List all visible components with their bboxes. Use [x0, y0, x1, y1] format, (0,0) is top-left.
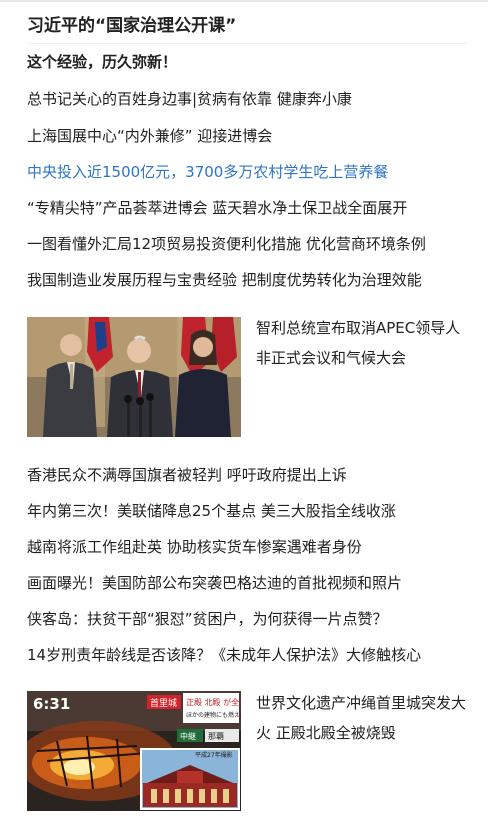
headline-link-active[interactable]: 中央投入近1500亿元，3700多万农村学生吃上营养餐	[27, 162, 388, 182]
section-divider	[27, 43, 467, 44]
section-title[interactable]: 习近平的“国家治理公开课”	[27, 11, 236, 36]
overlay-channel: 中継	[180, 731, 196, 741]
headline-link[interactable]: 14岁刑责年龄线是否该降？《未成年人保护法》大修触核心	[27, 645, 421, 665]
headline-link[interactable]: 上海国展中心“内外兼修” 迎接进博会	[27, 126, 272, 146]
overlay-sub: ほかの建物にも燃え広がる	[186, 711, 241, 719]
headline-link[interactable]: 这个经验，历久弥新！	[27, 52, 177, 72]
feature-caption[interactable]: 智利总统宣布取消APEC领导人非正式会议和气候大会	[256, 313, 468, 373]
headline-link[interactable]: 画面曝光！美国防部公布突袭巴格达迪的首批视频和照片	[27, 573, 402, 593]
overlay-footer: 平成27年撮影	[195, 751, 233, 759]
headline-link[interactable]: 一图看懂外汇局12项贸易投资便利化措施 优化营商环境条例	[27, 234, 426, 254]
shuri-castle-fire-photo[interactable]: 6:31 首里城 正殿 北殿 が全焼 ほかの建物にも燃え広がる 中継 那覇 平成…	[27, 691, 241, 811]
headline-link[interactable]: 香港民众不满辱国旗者被轻判 呼吁政府提出上诉	[27, 465, 347, 485]
top-divider	[0, 0, 488, 2]
chile-president-photo[interactable]	[27, 317, 241, 437]
headline-link[interactable]: “专精尖特”产品荟萃进博会 蓝天碧水净土保卫战全面展开	[27, 198, 407, 218]
feature-caption[interactable]: 世界文化遗产冲绳首里城突发大火 正殿北殿全被烧毁	[256, 688, 468, 748]
overlay-tag: 首里城	[150, 697, 177, 709]
headline-link[interactable]: 我国制造业发展历程与宝贵经验 把制度优势转化为治理效能	[27, 270, 422, 290]
overlay-place: 那覇	[208, 732, 224, 741]
headline-link[interactable]: 侠客岛：扶贫干部“狠怼”贫困户，为何获得一片点赞？	[27, 609, 388, 629]
headline-link[interactable]: 年内第三次！美联储降息25个基点 美三大股指全线收涨	[27, 501, 396, 521]
overlay-time: 6:31	[33, 695, 70, 713]
overlay-banner: 正殿 北殿 が全焼	[186, 697, 241, 707]
headline-link[interactable]: 越南将派工作组赴英 协助核实货车惨案遇难者身份	[27, 537, 362, 557]
headline-link[interactable]: 总书记关心的百姓身边事|贫病有依靠 健康奔小康	[27, 89, 352, 109]
